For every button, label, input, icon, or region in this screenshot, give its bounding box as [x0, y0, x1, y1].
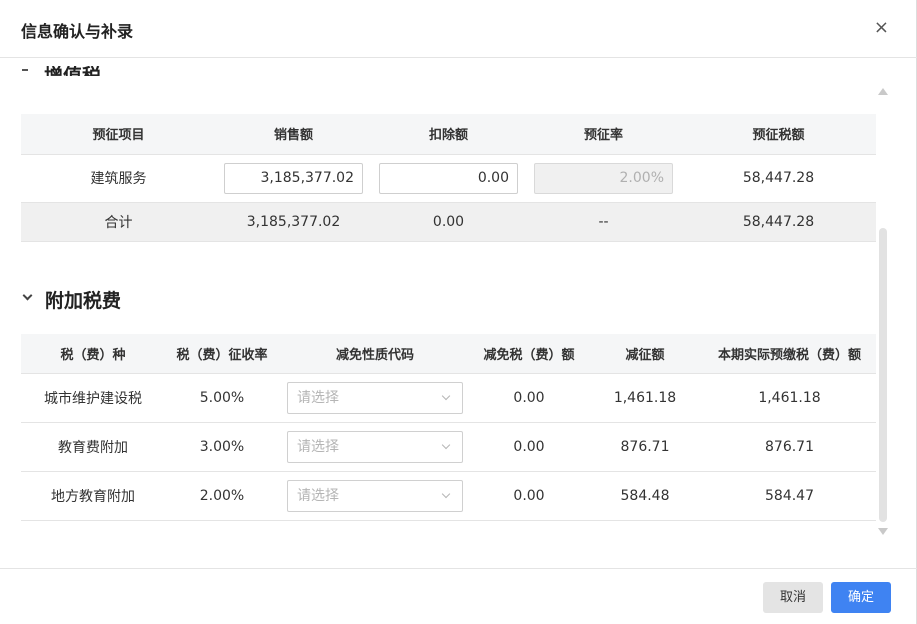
scroll-down-arrow-icon[interactable]	[878, 528, 888, 535]
actual-amount-cell: 584.47	[765, 487, 814, 504]
chevron-down-icon	[441, 440, 451, 449]
item-cell: 建筑服务	[90, 171, 147, 187]
col-header: 减征额	[625, 347, 665, 363]
select-placeholder: 请选择	[297, 487, 339, 504]
tax-name-cell: 教育费附加	[58, 439, 128, 456]
vat-table-header: 预征项目 销售额 扣除额 预征率 预征税额	[21, 114, 876, 154]
col-header: 预征税额	[752, 128, 805, 144]
total-sales: 3,185,377.02	[246, 213, 341, 230]
chevron-down-icon	[441, 391, 451, 400]
total-rate: --	[598, 213, 609, 230]
col-header: 预征率	[583, 128, 623, 144]
col-header: 预征项目	[92, 128, 145, 144]
deduction-input[interactable]: 0.00	[379, 162, 518, 194]
rate-cell: 3.00%	[199, 438, 245, 455]
col-header: 税（费）种	[60, 347, 126, 363]
info-confirm-dialog: 信息确认与补录 × 增值税 预征项目 销售额 扣除额 预征率 预征税额 建筑服务	[0, 0, 917, 624]
rate-cell: 2.00%	[199, 487, 245, 504]
select-placeholder: 请选择	[297, 438, 339, 455]
vat-table: 预征项目 销售额 扣除额 预征率 预征税额 建筑服务 3,185,377.02 …	[21, 114, 876, 242]
col-header: 减免税（费）额	[483, 347, 575, 363]
exemption-code-select[interactable]: 请选择	[287, 381, 463, 414]
surcharge-table: 税（费）种 税（费）征收率 减免性质代码 减免税（费）额 减征额 本期实际预缴税…	[21, 334, 876, 521]
chevron-down-icon	[441, 489, 451, 498]
table-row: 地方教育附加 2.00% 请选择 0.00 584.48 584.47	[21, 471, 876, 520]
exempt-amount-cell: 0.00	[513, 487, 545, 504]
confirm-button[interactable]: 确定	[831, 582, 891, 613]
col-header: 减免性质代码	[335, 347, 414, 363]
dialog-footer: 取消 确定	[0, 568, 917, 624]
cancel-button[interactable]: 取消	[763, 582, 823, 613]
select-placeholder: 请选择	[297, 389, 339, 406]
dialog-header: 信息确认与补录 ×	[0, 0, 917, 58]
col-header: 税（费）征收率	[176, 347, 268, 363]
exemption-code-select[interactable]: 请选择	[287, 479, 463, 512]
close-icon[interactable]: ×	[874, 17, 889, 39]
chevron-down-icon[interactable]	[22, 290, 33, 301]
tax-name-cell: 地方教育附加	[51, 488, 135, 505]
reduce-amount-cell: 1,461.18	[613, 389, 677, 406]
exemption-code-select[interactable]: 请选择	[287, 430, 463, 463]
collapse-chevron-icon[interactable]	[22, 69, 28, 71]
col-header: 本期实际预缴税（费）额	[717, 347, 861, 363]
scroll-up-arrow-icon[interactable]	[878, 88, 888, 95]
reduce-amount-cell: 584.48	[620, 487, 670, 504]
col-header: 扣除额	[428, 128, 468, 144]
total-tax: 58,447.28	[742, 213, 815, 230]
dialog-body[interactable]: 增值税 预征项目 销售额 扣除额 预征率 预征税额 建筑服务 3,185,377…	[0, 58, 917, 568]
reduce-amount-cell: 876.71	[620, 438, 670, 455]
table-row: 城市维护建设税 5.00% 请选择 0.00 1,461.18 1,461.18	[21, 373, 876, 422]
exempt-amount-cell: 0.00	[513, 389, 545, 406]
total-label: 合计	[104, 214, 133, 231]
total-deduction: 0.00	[432, 213, 465, 230]
col-header: 销售额	[273, 128, 313, 144]
rate-cell: 5.00%	[199, 389, 245, 406]
table-row: 建筑服务 3,185,377.02 0.00 2.00% 58,447.28	[21, 154, 876, 202]
vat-section-title: 增值税	[44, 66, 101, 76]
total-row: 合计 3,185,377.02 0.00 -- 58,447.28	[21, 202, 876, 241]
sales-input[interactable]: 3,185,377.02	[224, 162, 363, 194]
exempt-amount-cell: 0.00	[513, 438, 545, 455]
tax-name-cell: 城市维护建设税	[44, 390, 142, 407]
scrollbar-thumb[interactable]	[879, 228, 887, 522]
rate-input: 2.00%	[534, 162, 673, 194]
actual-amount-cell: 876.71	[765, 438, 814, 455]
tax-cell: 58,447.28	[742, 170, 815, 186]
surcharge-section-title: 附加税费	[45, 290, 122, 312]
surcharge-table-header: 税（费）种 税（费）征收率 减免性质代码 减免税（费）额 减征额 本期实际预缴税…	[21, 334, 876, 373]
dialog-title: 信息确认与补录	[21, 22, 134, 41]
actual-amount-cell: 1,461.18	[758, 389, 821, 406]
table-row: 教育费附加 3.00% 请选择 0.00 876.71 876.71	[21, 422, 876, 471]
